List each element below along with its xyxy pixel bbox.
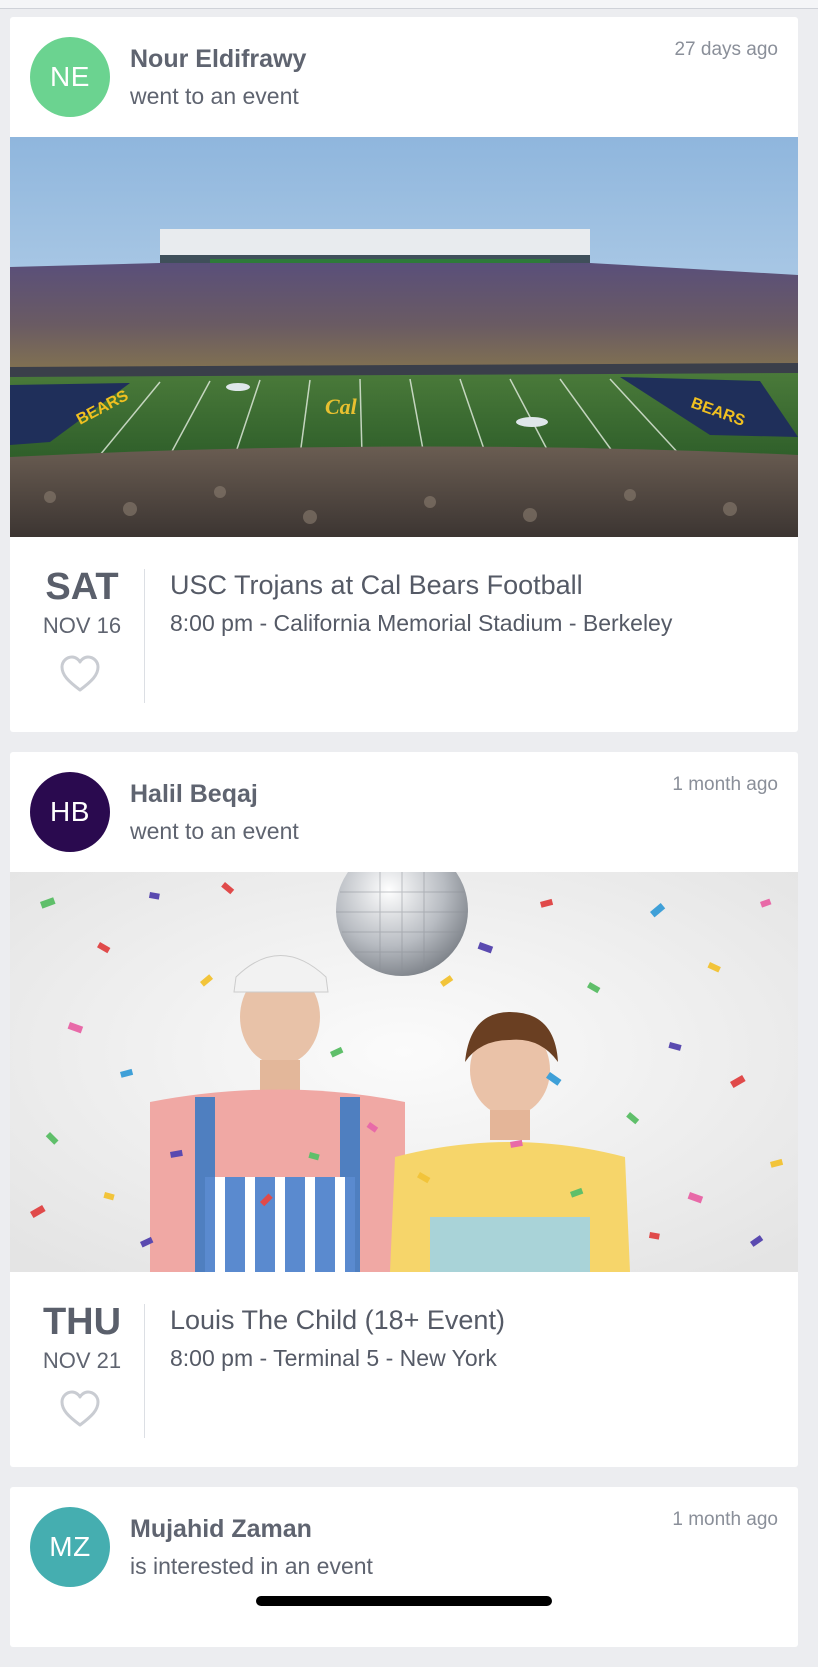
- timestamp: 1 month ago: [672, 1509, 778, 1530]
- avatar[interactable]: MZ: [30, 1507, 110, 1587]
- activity-feed: NE Nour Eldifrawy went to an event 27 da…: [10, 17, 798, 1667]
- event-details: 8:00 pm - California Memorial Stadium - …: [170, 610, 673, 636]
- vertical-divider: [144, 569, 145, 703]
- event-day: SAT: [45, 566, 119, 608]
- event-date: NOV 16: [42, 613, 122, 638]
- event-image-concert[interactable]: [10, 872, 798, 1272]
- stadium-image: BEARS BEARS Cal: [10, 137, 798, 537]
- heart-outline-icon[interactable]: [58, 1389, 102, 1429]
- user-name[interactable]: Mujahid Zaman: [130, 1515, 312, 1544]
- event-day: THU: [42, 1301, 122, 1343]
- timestamp: 1 month ago: [672, 774, 778, 795]
- event-image-stadium[interactable]: BEARS BEARS Cal: [10, 137, 798, 537]
- user-action: went to an event: [130, 818, 299, 844]
- event-details: 8:00 pm - Terminal 5 - New York: [170, 1345, 497, 1371]
- top-status-edge: [0, 0, 818, 9]
- event-info[interactable]: SAT NOV 16 USC Trojans at Cal Bears Foot…: [10, 537, 798, 732]
- card-header: NE Nour Eldifrawy went to an event 27 da…: [10, 17, 798, 137]
- event-title[interactable]: USC Trojans at Cal Bears Football: [170, 570, 583, 601]
- user-action: is interested in an event: [130, 1553, 373, 1579]
- event-title[interactable]: Louis The Child (18+ Event): [170, 1305, 505, 1336]
- event-info[interactable]: THU NOV 21 Louis The Child (18+ Event) 8…: [10, 1272, 798, 1467]
- svg-text:Cal: Cal: [325, 394, 358, 419]
- feed-card: MZ Mujahid Zaman is interested in an eve…: [10, 1487, 798, 1647]
- card-header: MZ Mujahid Zaman is interested in an eve…: [10, 1487, 798, 1607]
- avatar[interactable]: NE: [30, 37, 110, 117]
- user-name[interactable]: Halil Beqaj: [130, 780, 258, 809]
- vertical-divider: [144, 1304, 145, 1438]
- user-name[interactable]: Nour Eldifrawy: [130, 45, 306, 74]
- card-header: HB Halil Beqaj went to an event 1 month …: [10, 752, 798, 872]
- heart-outline-icon[interactable]: [58, 654, 102, 694]
- event-date: NOV 21: [42, 1348, 122, 1373]
- user-action: went to an event: [130, 83, 299, 109]
- avatar[interactable]: HB: [30, 772, 110, 852]
- feed-card: HB Halil Beqaj went to an event 1 month …: [10, 752, 798, 1467]
- timestamp: 27 days ago: [674, 39, 778, 60]
- feed-card: NE Nour Eldifrawy went to an event 27 da…: [10, 17, 798, 732]
- concert-image: [10, 872, 798, 1272]
